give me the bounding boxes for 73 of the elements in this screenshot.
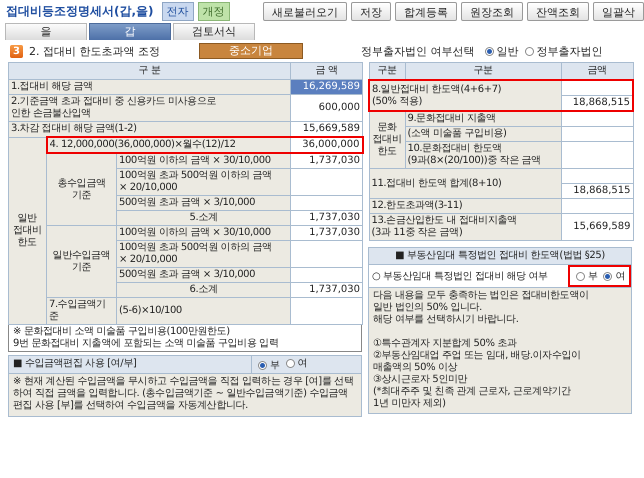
row-label: 100억원 이하의 금액 × 30/10,000 (116, 226, 291, 240)
row-label: 8.일반접대비 한도액(4+6+7) (50% 적용) (369, 80, 561, 111)
radio-button[interactable] (258, 361, 267, 370)
panel-note: ※ 현재 계산된 수입금액을 무시하고 수입금액을 직접 입력하는 경우 [여]를 선택하여 직접 금액을 입력합니다. (총수입금액기준 ~ 일반수입금액기준) 수입금액편집 사용 [부]를 선택하여 수입금액을 자동계산합니다. (12, 375, 354, 413)
row-label: 13.손금산입한도 내 접대비지출액 (3과 11중 작은 금액) (369, 214, 561, 240)
amount-cell: 16,269,589 (290, 80, 363, 94)
column-header: 구 분 (8, 62, 291, 80)
amount-cell: 18,868,515 (561, 184, 633, 198)
subtotal-label: 5.소계 (116, 210, 291, 226)
row-label: 100억원 초과 500억원 이하의 금액 × 20/10,000 (116, 240, 291, 268)
choice-label: 정부출자법인 여부선택 (361, 44, 474, 58)
row-label: 2.기준금액 초과 접대비 중 신용카드 미사용으로 인한 손금불산입액 (8, 94, 291, 122)
row-label: 7.수입금액기준 (46, 298, 116, 324)
panel-note: 다음 내용을 모두 충족하는 법인은 접대비한도액이 일반 법인의 50% 입니다. 해당 여부를 선택하시기 바랍니다. ①특수관계자 지분합계 50% 초과 ②부동산임대업 주업 또는 임대, 배당.이자수입이 매출액의 50% 이상 ③상시근로자 5인미만 (*최대주주 및 친족 관계 근로자, 근로계약기간 1년 미만자 제외) (372, 289, 590, 411)
radio-button[interactable] (576, 272, 585, 280)
tab[interactable]: 갑 (89, 23, 171, 40)
toolbar-button[interactable]: 합계등록 (395, 2, 457, 20)
note-text: ※ 문화접대비 소액 미술품 구입비용(100만원한도) 9번 문화접대비 지출액에 포함되는 소액 미술품 구입비용 입력 (8, 325, 362, 352)
panel-title: ■ 수입금액편집 사용 [여/부] (9, 356, 252, 373)
radio-label: 여 (615, 270, 625, 283)
row-label: 500억원 초과 금액 × 3/10,000 (116, 196, 291, 210)
row-label: 11.접대비 한도액 합계(8+10) (369, 168, 561, 198)
amount-cell: 18,868,515 (561, 96, 633, 111)
subtotal-label: 6.소계 (116, 282, 291, 298)
row-label: 100억원 초과 500억원 이하의 금액 × 20/10,000 (116, 168, 291, 196)
section-title: 2. 접대비 한도초과액 조정 (29, 44, 161, 58)
group-label: 문화 접대비 한도 (369, 111, 405, 168)
form-title: 접대비등조정명세서(갑,을) (6, 2, 154, 20)
section-number-icon: 3 (10, 44, 23, 58)
amount-cell: 1,737,030 (290, 153, 363, 168)
radio-label: 부 (270, 359, 280, 373)
group-label: 일반 접대비 한도 (8, 137, 46, 324)
row-label: 12.한도초과액(3-11) (369, 198, 561, 214)
tab[interactable]: 을 (5, 23, 87, 40)
radio-button[interactable] (603, 272, 612, 280)
radio-label: 정부출자법인 (536, 44, 602, 58)
radio-label: 일반 (496, 44, 518, 58)
radio-label: 부 (588, 270, 598, 283)
amount-cell: 1,737,030 (290, 210, 363, 226)
column-header: 금액 (561, 62, 633, 80)
tab[interactable]: 검토서식 (173, 23, 255, 40)
row-label: 1.접대비 해당 금액 (8, 80, 291, 94)
formula-label: (5-6)×10/100 (116, 298, 291, 324)
amount-cell: 1,737,030 (290, 226, 363, 240)
group-label: 일반수입금액 기준 (46, 226, 116, 298)
electronic-badge: 전자 (162, 2, 194, 20)
toolbar-button[interactable]: 원장조회 (461, 2, 523, 20)
radio-button[interactable] (286, 359, 295, 368)
radio-button[interactable] (524, 46, 534, 56)
amount-cell: 1,737,030 (290, 282, 363, 298)
toolbar-button[interactable]: 잔액조회 (527, 2, 589, 20)
column-header: 금 액 (290, 62, 363, 80)
company-type-label: 중소기업 (199, 43, 303, 59)
panel-title: ■ 부동산임대 특정법인 접대비 한도액(법법 §25) (369, 248, 631, 265)
toolbar-button[interactable]: 저장 (351, 2, 391, 20)
revised-badge: 개정 (198, 2, 230, 20)
toolbar-button[interactable]: 새로불러오기 (263, 2, 347, 20)
amount-cell: 15,669,589 (561, 214, 633, 240)
toolbar-button[interactable]: 일괄삭 (593, 2, 644, 20)
row-label: (소액 미술품 구입비용) (405, 126, 561, 142)
row-label: 9.문화접대비 지출액 (405, 111, 561, 126)
column-header: 구분 (369, 62, 405, 80)
radio-button[interactable] (484, 46, 494, 56)
row-label: 500억원 초과 금액 × 3/10,000 (116, 268, 291, 282)
group-label: 총수입금액 기준 (46, 153, 116, 226)
column-header: 구분 (405, 62, 561, 80)
amount-cell: 600,000 (290, 94, 363, 122)
row-label: 4. 12,000,000(36,000,000)×월수(12)/12 (46, 137, 291, 153)
amount-cell: 36,000,000 (290, 137, 363, 153)
radio-label: 여 (298, 357, 308, 371)
row-label: 100억원 이하의 금액 × 30/10,000 (116, 153, 291, 168)
row-label: 10.문화접대비 한도액 (9과(8×(20/100))중 작은 금액 (405, 142, 561, 168)
question-label: ○ 부동산임대 특정법인 접대비 해당 여부 (371, 270, 549, 283)
